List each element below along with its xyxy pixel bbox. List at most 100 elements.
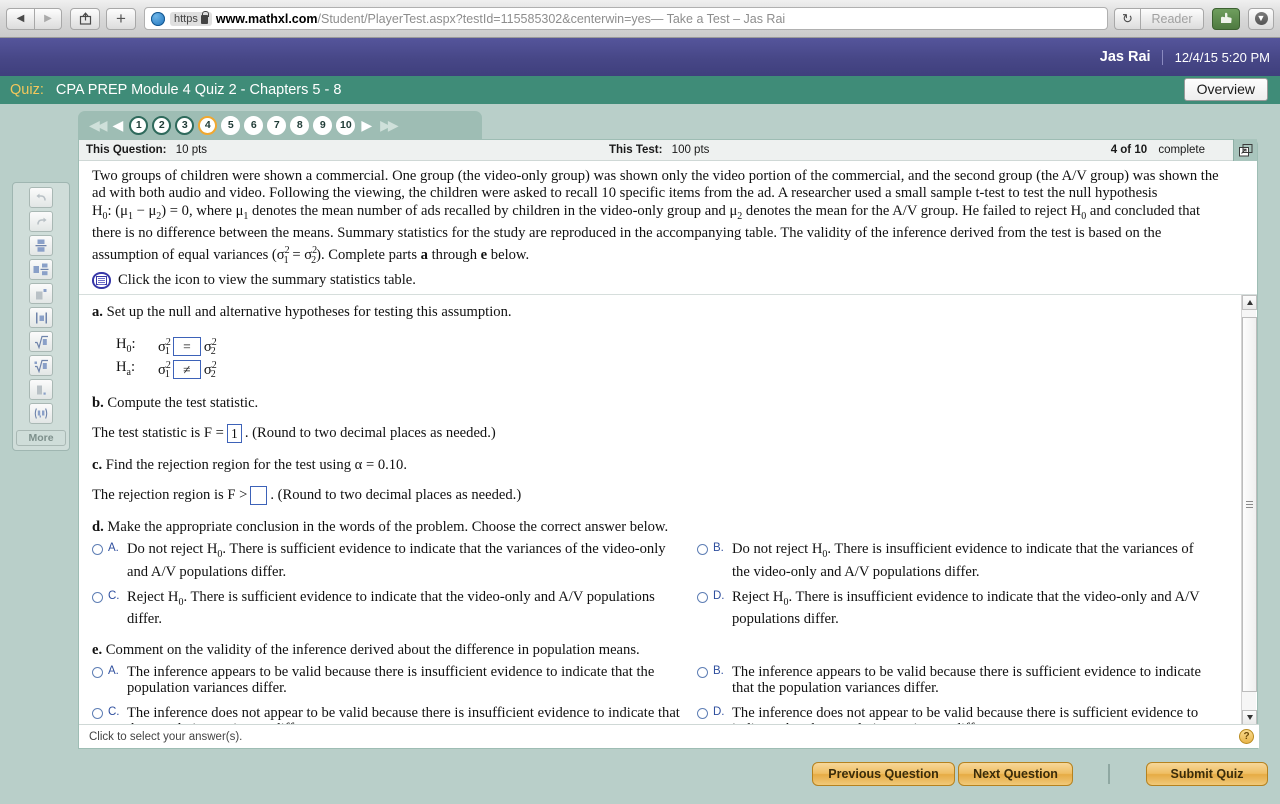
reload-icon: ↻ [1122, 10, 1133, 26]
stem-line-3: H0: (μ1 − μ2) = 0, where μ1 denotes the … [92, 202, 1201, 222]
option-d-C-text: Reject H0. There is sufficient evidence … [127, 588, 655, 628]
new-tab-button[interactable]: + [106, 7, 136, 30]
downloads-button[interactable]: ▼ [1248, 7, 1274, 30]
redo-button[interactable] [29, 211, 53, 232]
question-bubble-3[interactable]: 3 [175, 115, 195, 135]
option-e-B[interactable]: B. The inference appears to be valid bec… [697, 664, 1227, 697]
url-path: /Student/PlayerTest.aspx?testId=11558530… [317, 11, 651, 26]
address-bar[interactable]: https www.mathxl.com/Student/PlayerTest.… [144, 7, 1108, 30]
option-d-D[interactable]: D. Reject H0. There is insufficient evid… [697, 589, 1227, 628]
next-question-arrow[interactable]: ▶ [358, 118, 375, 132]
option-e-D[interactable]: D. The inference does not appear to be v… [697, 705, 1227, 725]
option-d-A-text: Do not reject H0. There is sufficient ev… [127, 541, 666, 580]
pop-out-button[interactable] [1233, 139, 1257, 161]
option-d-B-text: Do not reject H0. There is insufficient … [732, 541, 1194, 580]
question-bubble-2[interactable]: 2 [152, 115, 172, 135]
radio-d-D[interactable] [697, 591, 708, 603]
radio-e-D[interactable] [697, 707, 708, 719]
reader-button[interactable]: Reader [1140, 7, 1204, 30]
part-a-prompt: a. Set up the null and alternative hypot… [92, 304, 512, 321]
question-navigator: ◀◀ ◀ 1 2 3 4 5 6 7 8 9 10 ▶ ▶▶ [78, 111, 482, 139]
browser-toolbar: ◀ ▶ + https www.mathxl.com/Student/Playe… [0, 0, 1280, 38]
decimal-button[interactable] [29, 379, 53, 400]
part-c-prompt: c. Find the rejection region for the tes… [92, 457, 408, 474]
question-bubble-9[interactable]: 9 [313, 115, 333, 135]
question-bubble-10[interactable]: 10 [336, 115, 356, 135]
datetime-label: 12/4/15 5:20 PM [1161, 49, 1280, 65]
forward-button[interactable]: ▶ [34, 7, 62, 30]
option-e-C[interactable]: C. The inference does not appear to be v… [92, 705, 697, 725]
question-bubble-6[interactable]: 6 [244, 115, 264, 135]
undo-button[interactable] [29, 187, 53, 208]
stem-line-2: ad with both audio and video. Following … [92, 185, 1158, 202]
first-question-button[interactable]: ◀◀ [86, 118, 108, 132]
mixed-number-button[interactable] [29, 259, 53, 280]
null-operator-input[interactable]: = [172, 337, 201, 357]
question-panel: This Question: 10 pts This Test: 100 pts… [78, 139, 1259, 749]
square-root-button[interactable] [29, 331, 53, 352]
overview-button[interactable]: Overview [1183, 78, 1268, 101]
null-hypothesis-row: H0: σ21 = σ22 [116, 335, 1227, 358]
lock-icon [200, 11, 209, 24]
next-question-button[interactable]: Next Question [958, 762, 1073, 786]
reload-button[interactable]: ↻ [1114, 7, 1140, 30]
option-d-B[interactable]: B. Do not reject H0. There is insufficie… [697, 541, 1227, 580]
question-bubble-7[interactable]: 7 [267, 115, 287, 135]
part-d-prompt: d. Make the appropriate conclusion in th… [92, 519, 669, 536]
option-d-B-letter: B. [713, 542, 724, 555]
option-e-A[interactable]: A. The inference appears to be valid bec… [92, 664, 697, 697]
radio-d-C[interactable] [92, 591, 103, 603]
exponent-button[interactable] [29, 283, 53, 304]
option-d-A[interactable]: A. Do not reject H0. There is sufficient… [92, 541, 697, 580]
stem-line-5: assumption of equal variances (σ21 = σ22… [92, 245, 530, 266]
fraction-button[interactable] [29, 235, 53, 256]
previous-question-button[interactable]: Previous Question [812, 762, 955, 786]
hint-bar: Click to select your answer(s). ? [79, 724, 1259, 748]
part-e-prompt: e. Comment on the validity of the infere… [92, 641, 640, 658]
plus-icon: + [116, 8, 126, 28]
stem-line-4: there is no difference between the means… [92, 224, 1162, 241]
more-tools-button[interactable]: More [16, 430, 66, 446]
radio-d-A[interactable] [92, 544, 103, 556]
hand-icon [1221, 12, 1232, 23]
radio-e-C[interactable] [92, 707, 103, 719]
part-b-sentence-pre: The test statistic is F = [92, 425, 224, 442]
answer-scrollbar[interactable] [1241, 295, 1257, 726]
test-statistic-input[interactable]: 1 [226, 424, 242, 444]
hypothesis-block: H0: σ21 = σ22 Ha: σ21 ≠ σ22 [116, 335, 1227, 381]
question-bubble-8[interactable]: 8 [290, 115, 310, 135]
scroll-up-icon [1246, 300, 1253, 306]
help-question-icon[interactable]: ? [1239, 729, 1254, 744]
last-question-button[interactable]: ▶▶ [377, 118, 399, 132]
nth-root-button[interactable] [29, 355, 53, 376]
option-d-D-text: Reject H0. There is insufficient evidenc… [732, 588, 1200, 628]
question-bubble-4[interactable]: 4 [198, 115, 218, 135]
question-bubble-5[interactable]: 5 [221, 115, 241, 135]
fraction-icon [35, 239, 47, 252]
scroll-up-button[interactable] [1242, 295, 1257, 311]
scrollbar-thumb[interactable] [1242, 317, 1257, 693]
radio-e-B[interactable] [697, 666, 708, 678]
extension-button[interactable] [1212, 7, 1240, 30]
summary-statistics-table-icon[interactable] [92, 272, 111, 290]
exponent-icon [36, 288, 47, 299]
absolute-value-button[interactable] [29, 307, 53, 328]
radio-d-B[interactable] [697, 544, 708, 556]
previous-question-arrow[interactable]: ◀ [110, 118, 127, 132]
question-bubble-1[interactable]: 1 [129, 115, 149, 135]
interval-notation-button[interactable] [29, 403, 53, 424]
rejection-region-input[interactable] [250, 486, 268, 506]
this-test-group: This Test: 100 pts [609, 144, 709, 156]
share-button[interactable] [70, 7, 100, 30]
summary-table-link-row[interactable]: Click the icon to view the summary stati… [92, 272, 1245, 290]
math-palette: More [12, 182, 70, 451]
option-d-C[interactable]: C. Reject H0. There is sufficient eviden… [92, 589, 697, 628]
back-button[interactable]: ◀ [6, 7, 34, 30]
part-d-options: A. Do not reject H0. There is sufficient… [92, 541, 1227, 635]
alt-operator-input[interactable]: ≠ [172, 360, 201, 380]
back-arrow-icon: ◀ [16, 13, 25, 24]
undo-icon [35, 193, 46, 201]
radio-e-A[interactable] [92, 666, 103, 678]
https-badge: https [170, 11, 212, 26]
submit-quiz-button[interactable]: Submit Quiz [1146, 762, 1268, 786]
